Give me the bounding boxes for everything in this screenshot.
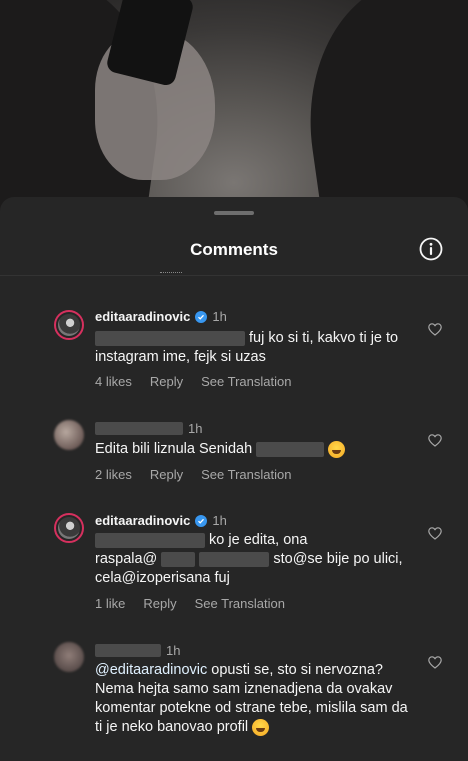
- header-divider: [0, 275, 468, 276]
- laughing-emoji-icon: [328, 440, 346, 458]
- comment-actions: 2 likes Reply See Translation: [95, 467, 291, 482]
- heart-icon[interactable]: [428, 323, 442, 336]
- comment-text: ko je edita, ona raspala@ sto@se bije po…: [95, 531, 415, 588]
- heart-icon[interactable]: [428, 434, 442, 447]
- see-translation-button[interactable]: See Translation: [201, 374, 291, 389]
- comment-meta: editaaradinovic 1h: [95, 309, 227, 324]
- see-translation-button[interactable]: See Translation: [195, 596, 285, 611]
- redacted-text: [95, 532, 205, 548]
- comment-text: Edita bili liznula Senidah: [95, 440, 415, 459]
- laughing-emoji-icon: [252, 718, 270, 736]
- redacted-text: [161, 551, 196, 567]
- comment-text-line: raspala@: [95, 551, 158, 567]
- timestamp: 1h: [188, 421, 203, 436]
- background-video-frame: [0, 0, 468, 215]
- comment-text-body: Edita bili liznula Senidah: [95, 441, 253, 457]
- redacted-text: [95, 330, 245, 346]
- scrolled-comment-remnant: [160, 266, 182, 273]
- redacted-text: [256, 441, 325, 457]
- avatar[interactable]: [54, 310, 84, 340]
- username[interactable]: editaaradinovic: [95, 513, 190, 528]
- jacket-right-shape: [290, 0, 468, 215]
- username[interactable]: editaaradinovic: [95, 309, 190, 324]
- comment-meta: editaaradinovic 1h: [95, 513, 227, 528]
- comment-text-line: cela@izoperisana fuj: [95, 570, 230, 586]
- avatar[interactable]: [54, 420, 84, 450]
- redacted-username: [95, 422, 183, 435]
- timestamp: 1h: [166, 643, 181, 658]
- verified-badge-icon: [195, 514, 208, 527]
- likes-count[interactable]: 4 likes: [95, 374, 132, 389]
- comment-actions: 4 likes Reply See Translation: [95, 374, 291, 389]
- likes-count[interactable]: 2 likes: [95, 467, 132, 482]
- redacted-username: [95, 644, 161, 657]
- comment-meta: 1h: [95, 643, 180, 658]
- see-translation-button[interactable]: See Translation: [201, 467, 291, 482]
- timestamp: 1h: [212, 309, 227, 324]
- comments-sheet: Comments editaaradinovic 1h fuj ko si ti…: [0, 197, 468, 761]
- heart-icon[interactable]: [428, 656, 442, 669]
- timestamp: 1h: [212, 513, 227, 528]
- likes-count[interactable]: 1 like: [95, 596, 125, 611]
- redacted-text: [199, 551, 270, 567]
- drag-handle[interactable]: [214, 211, 254, 215]
- mention-link[interactable]: @editaaradinovic: [95, 662, 207, 678]
- comment-actions: 1 like Reply See Translation: [95, 596, 285, 611]
- heart-icon[interactable]: [428, 527, 442, 540]
- avatar[interactable]: [54, 513, 84, 543]
- comment-meta: 1h: [95, 421, 202, 436]
- reply-button[interactable]: Reply: [150, 467, 183, 482]
- comment-text: @editaaradinovic opusti se, sto si nervo…: [95, 661, 410, 737]
- reply-button[interactable]: Reply: [150, 374, 183, 389]
- verified-badge-icon: [195, 310, 208, 323]
- info-icon[interactable]: [419, 237, 443, 261]
- reply-button[interactable]: Reply: [143, 596, 176, 611]
- comment-text-line: sto@se bije po ulici,: [273, 551, 403, 567]
- avatar[interactable]: [54, 642, 84, 672]
- comment-text: fuj ko si ti, kakvo ti je to instagram i…: [95, 329, 415, 367]
- comment-text-line: ko je edita, ona: [209, 532, 308, 548]
- sheet-title: Comments: [190, 240, 278, 259]
